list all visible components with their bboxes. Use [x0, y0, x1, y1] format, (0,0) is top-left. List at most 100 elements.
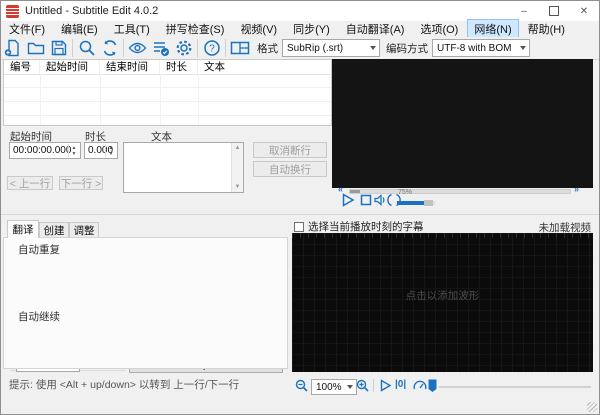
zoom-in-button[interactable]: [356, 379, 369, 392]
save-button[interactable]: [47, 38, 70, 58]
playback-speed-button[interactable]: [413, 379, 427, 392]
subtitle-list-header: 编号 起始时间 结束时间 时长 文本: [4, 60, 331, 75]
waveform-placeholder[interactable]: 点击以添加波形: [292, 288, 593, 303]
seek-forward-icon[interactable]: »: [574, 184, 579, 194]
select-current-subtitle-label: 选择当前播放时刻的字幕: [308, 221, 424, 233]
resize-grip[interactable]: [587, 402, 597, 412]
column-end-time[interactable]: 结束时间: [100, 60, 160, 74]
spell-check-button[interactable]: [149, 38, 172, 58]
find-button[interactable]: [75, 38, 98, 58]
tab-create[interactable]: 创建: [39, 222, 69, 238]
minimize-button[interactable]: –: [509, 1, 539, 21]
scroll-down-icon[interactable]: ▼: [235, 184, 241, 190]
menu-spellcheck[interactable]: 拼写检查(S): [159, 19, 232, 39]
menu-autotranslate[interactable]: 自动翻译(A): [339, 19, 412, 39]
menu-video[interactable]: 视频(V): [233, 19, 284, 39]
start-time-input[interactable]: 00:00:00.000 ▲ ▼: [9, 142, 81, 159]
waveform-play-button[interactable]: [379, 379, 392, 392]
play-icon: [342, 193, 355, 207]
spinner-arrows-icon[interactable]: ▲ ▼: [105, 144, 116, 157]
volume-handle[interactable]: [424, 200, 433, 206]
help-button[interactable]: ?: [200, 38, 223, 58]
layout-button[interactable]: [228, 38, 251, 58]
chevron-down-icon: [520, 46, 526, 50]
zoom-in-icon: [356, 379, 369, 392]
waveform-scroll-track[interactable]: [439, 386, 591, 388]
help-icon: ?: [203, 40, 220, 56]
encoding-combobox[interactable]: UTF-8 with BOM: [432, 39, 530, 57]
waveform-zoom-combobox[interactable]: 100%: [311, 379, 357, 395]
volume-slider[interactable]: [397, 200, 435, 206]
menu-file[interactable]: 文件(F): [2, 19, 52, 39]
separator: [373, 379, 374, 392]
open-folder-icon: [27, 42, 44, 55]
new-file-button[interactable]: [1, 38, 24, 58]
gauge-icon: [413, 380, 427, 390]
spell-check-icon: [153, 42, 169, 56]
search-icon: [79, 40, 95, 56]
tab-adjust[interactable]: 调整: [69, 222, 99, 238]
menu-options[interactable]: 选项(O): [413, 19, 465, 39]
subtitle-list-body[interactable]: [4, 74, 331, 125]
app-window: Untitled - Subtitle Edit 4.0.2 – ✕ 文件(F)…: [0, 0, 600, 415]
grid-line: [100, 74, 101, 125]
eye-icon: [128, 42, 147, 54]
play-icon: [380, 379, 392, 392]
next-line-button[interactable]: 下一行 >: [59, 176, 103, 190]
subtitle-text-input[interactable]: ▲ ▼: [123, 142, 244, 193]
menu-help[interactable]: 帮助(H): [521, 19, 572, 39]
encoding-label: 编码方式: [386, 42, 428, 55]
volume-percent: 75%: [398, 189, 413, 196]
format-value: SubRip (.srt): [287, 42, 344, 54]
zoom-out-button[interactable]: [295, 379, 308, 392]
waveform-ruler: [292, 233, 593, 238]
menu-network[interactable]: 网络(N): [467, 19, 519, 39]
stop-button[interactable]: [359, 193, 373, 207]
subtitle-list[interactable]: 编号 起始时间 结束时间 时长 文本: [3, 59, 332, 126]
play-button[interactable]: [341, 193, 355, 207]
autobreak-button[interactable]: 自动换行: [253, 161, 327, 177]
scrollbar[interactable]: ▲ ▼: [231, 143, 243, 192]
maximize-button[interactable]: [539, 1, 569, 21]
layout-icon: [230, 41, 249, 55]
column-text[interactable]: 文本: [198, 60, 331, 74]
menu-sync[interactable]: 同步(Y): [286, 19, 337, 39]
app-logo-icon: [6, 4, 19, 18]
replace-icon: [103, 40, 116, 56]
open-file-button[interactable]: [24, 38, 47, 58]
column-duration[interactable]: 时长: [160, 60, 198, 74]
waveform-area[interactable]: 点击以添加波形: [292, 233, 593, 372]
start-time-value: 00:00:00.000: [13, 145, 72, 156]
unbreak-button[interactable]: 取消断行: [253, 142, 327, 158]
spinner-arrows-icon[interactable]: ▲ ▼: [68, 144, 79, 157]
format-label: 格式: [257, 42, 278, 55]
prev-line-button[interactable]: < 上一行: [7, 176, 53, 190]
position-marker[interactable]: [428, 379, 437, 393]
column-start-time[interactable]: 起始时间: [40, 60, 100, 74]
divider: [1, 214, 599, 215]
mute-button[interactable]: [373, 193, 387, 207]
shortcut-hint: 提示: 使用 <Alt + up/down> 以转到 上一行/下一行: [9, 379, 240, 391]
menu-edit[interactable]: 编辑(E): [54, 19, 105, 39]
duration-input[interactable]: 0.000 ▲ ▼: [84, 142, 118, 159]
visual-sync-button[interactable]: [126, 38, 149, 58]
video-display[interactable]: [332, 59, 593, 188]
titlebar: Untitled - Subtitle Edit 4.0.2 – ✕: [1, 1, 599, 21]
settings-button[interactable]: [172, 38, 195, 58]
format-combobox[interactable]: SubRip (.srt): [282, 39, 380, 57]
bookmark-icon: [428, 379, 437, 392]
menu-tools[interactable]: 工具(T): [107, 19, 157, 39]
zoom-out-icon: [295, 379, 308, 392]
maximize-icon: [549, 6, 559, 16]
waveform-zoom-value: 100%: [316, 381, 342, 393]
toolbar-separator: [123, 39, 124, 57]
grid-line: [160, 74, 161, 125]
select-current-subtitle-checkbox[interactable]: 选择当前播放时刻的字幕: [294, 219, 424, 234]
close-button[interactable]: ✕: [569, 1, 599, 21]
tab-translate[interactable]: 翻译: [7, 220, 39, 238]
toolbar-separator: [197, 39, 198, 57]
replace-button[interactable]: [98, 38, 121, 58]
scroll-up-icon[interactable]: ▲: [235, 145, 241, 151]
column-number[interactable]: 编号: [4, 60, 40, 74]
play-from-start-button[interactable]: |0|: [395, 379, 406, 390]
